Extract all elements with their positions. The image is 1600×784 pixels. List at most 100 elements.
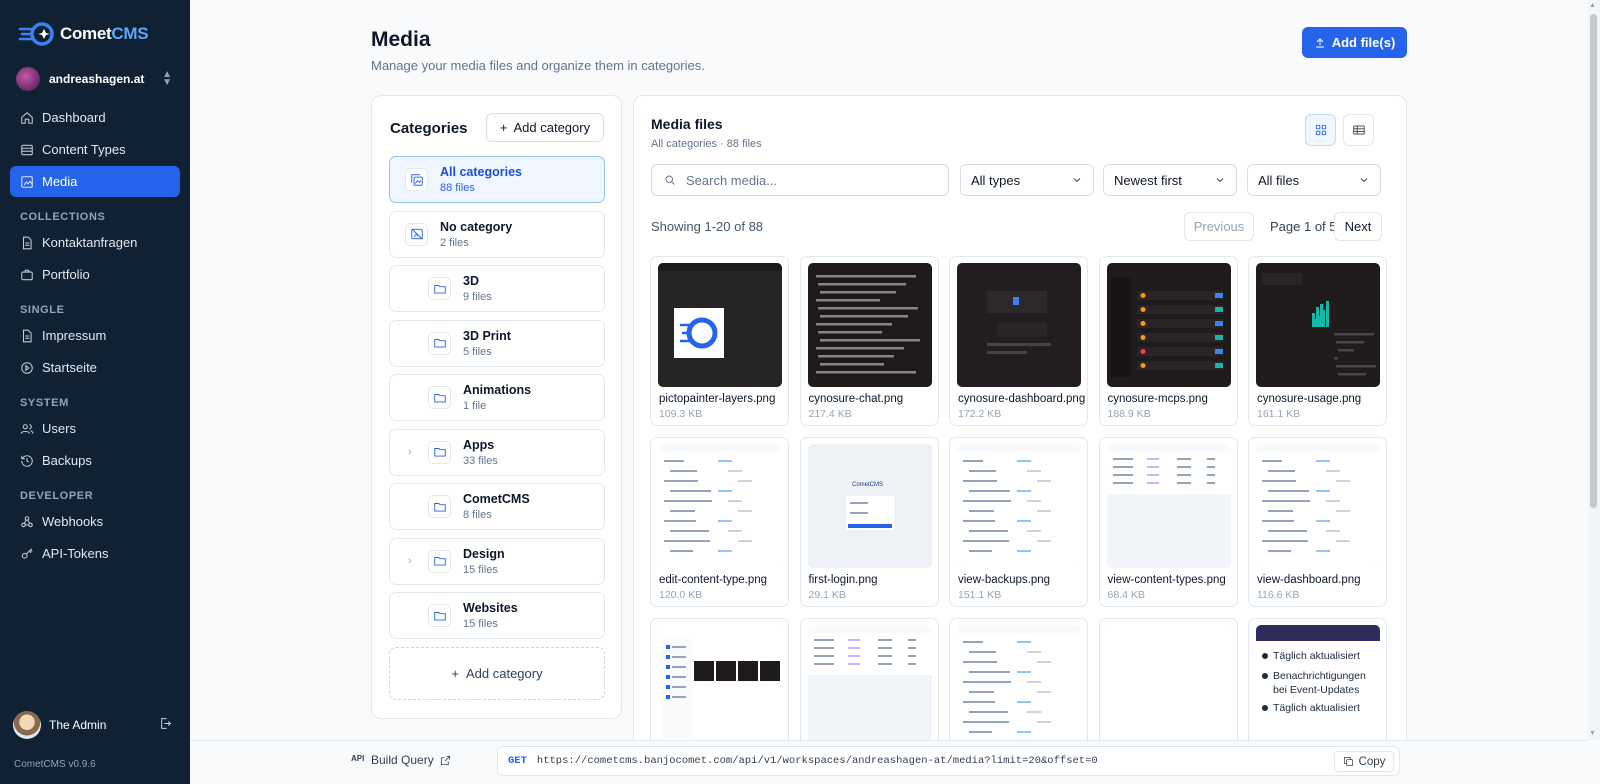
- media-card[interactable]: [949, 618, 1088, 754]
- media-card[interactable]: cynosure-dashboard.png 172.2 KB: [949, 256, 1088, 426]
- categories-heading: Categories: [390, 120, 468, 137]
- media-card[interactable]: [799, 618, 939, 754]
- api-footer: API Build Query GET https://cometcms.ban…: [190, 740, 1588, 784]
- plus-icon: +: [451, 666, 459, 681]
- chevron-right-icon[interactable]: ›: [408, 446, 412, 458]
- media-card[interactable]: CometCMS first-login.png 29.1 KB: [799, 437, 939, 607]
- folder-icon: [428, 495, 451, 518]
- scroll-up-icon[interactable]: ▲: [1589, 2, 1596, 9]
- media-filesize: 217.4 KB: [808, 408, 852, 420]
- category-text: 3D Print 5 files: [463, 329, 511, 358]
- category-item[interactable]: Animations 1 file: [389, 374, 605, 421]
- api-url[interactable]: https://cometcms.banjocomet.com/api/v1/w…: [537, 755, 1098, 767]
- nav-startseite[interactable]: Startseite: [10, 352, 180, 383]
- plus-icon: +: [499, 120, 508, 135]
- category-item[interactable]: 3D Print 5 files: [389, 319, 605, 367]
- user-menu[interactable]: The Admin: [0, 710, 190, 740]
- folder-icon: [428, 440, 451, 464]
- media-thumbnail[interactable]: [1106, 625, 1231, 749]
- media-thumbnail[interactable]: [1106, 263, 1231, 387]
- media-card[interactable]: [1098, 618, 1238, 754]
- media-card[interactable]: [650, 618, 789, 754]
- category-text: Design 15 files: [463, 547, 505, 576]
- media-thumbnail[interactable]: [807, 263, 932, 387]
- media-thumbnail[interactable]: Täglich aktualisiert Benachrichtigungen b…: [1256, 625, 1380, 749]
- nav-dashboard[interactable]: Dashboard: [10, 102, 180, 133]
- media-card[interactable]: view-dashboard.png 116.6 KB: [1248, 437, 1387, 607]
- sort-select[interactable]: Newest first: [1103, 164, 1237, 196]
- files-filter-select[interactable]: All files: [1247, 164, 1381, 196]
- category-name: 3D: [463, 274, 479, 288]
- page-scrollbar[interactable]: ▲ ▼: [1588, 0, 1600, 740]
- nav-impressum[interactable]: Impressum: [10, 320, 180, 351]
- media-thumbnail[interactable]: CometCMS: [807, 444, 932, 568]
- nav-content-types[interactable]: Content Types: [10, 134, 180, 165]
- user-avatar: [13, 711, 41, 739]
- nav-api-tokens[interactable]: API-Tokens: [10, 538, 180, 569]
- media-title: Media files: [651, 116, 723, 132]
- media-card[interactable]: view-content-types.png 68.4 KB: [1098, 437, 1238, 607]
- category-item[interactable]: No category 2 files: [389, 210, 605, 258]
- build-query-link[interactable]: Build Query: [371, 753, 451, 767]
- nav-portfolio[interactable]: Portfolio: [10, 259, 180, 290]
- media-thumbnail[interactable]: [957, 263, 1081, 387]
- media-card[interactable]: edit-content-type.png 120.0 KB: [650, 437, 789, 607]
- category-item[interactable]: 3D 9 files: [389, 265, 605, 312]
- folder-icon: [428, 549, 451, 573]
- copy-url-button[interactable]: Copy: [1334, 751, 1394, 772]
- scrollbar-thumb[interactable]: [1590, 14, 1597, 508]
- add-category-button[interactable]: + Add category: [486, 113, 604, 142]
- nav-webhooks[interactable]: Webhooks: [10, 506, 180, 537]
- media-filename: cynosure-usage.png: [1257, 393, 1362, 405]
- nav-users[interactable]: Users: [10, 413, 180, 444]
- category-item[interactable]: CometCMS 8 files: [389, 483, 605, 530]
- media-card[interactable]: view-backups.png 151.1 KB: [949, 437, 1088, 607]
- next-page-button[interactable]: Next: [1334, 212, 1382, 241]
- previous-page-button[interactable]: Previous: [1184, 212, 1254, 241]
- media-thumbnail[interactable]: [658, 263, 782, 387]
- media-thumbnail[interactable]: [1256, 444, 1380, 568]
- category-item[interactable]: › Design 15 files: [389, 537, 605, 585]
- app-logo[interactable]: CometCMS: [0, 0, 190, 50]
- logout-button[interactable]: [159, 717, 172, 733]
- add-files-button[interactable]: Add file(s): [1302, 27, 1407, 58]
- media-filesize: 120.0 KB: [659, 589, 703, 601]
- media-thumbnail[interactable]: [1106, 444, 1231, 568]
- add-category-dashed-button[interactable]: + Add category: [389, 647, 605, 700]
- workspace-switcher[interactable]: andreashagen.at ▲ ▼: [0, 64, 190, 94]
- media-card[interactable]: pictopainter-layers.png 109.3 KB: [650, 256, 789, 426]
- media-thumbnail[interactable]: [807, 625, 932, 749]
- category-item[interactable]: Websites 15 files: [389, 592, 605, 639]
- category-name: CometCMS: [463, 492, 530, 506]
- media-search[interactable]: [651, 164, 949, 196]
- media-card[interactable]: Täglich aktualisiert Benachrichtigungen b…: [1248, 618, 1387, 754]
- media-card[interactable]: cynosure-chat.png 217.4 KB: [799, 256, 939, 426]
- media-thumbnail[interactable]: [658, 444, 782, 568]
- list-view-button[interactable]: [1343, 114, 1374, 146]
- media-thumbnail[interactable]: [957, 444, 1081, 568]
- briefcase-icon: [21, 269, 33, 280]
- category-count: 5 files: [463, 345, 492, 358]
- category-item[interactable]: › Apps 33 files: [389, 428, 605, 476]
- category-list: All categories 88 files No category 2 files…: [389, 156, 605, 647]
- sidebar-nav: Dashboard Content Types Media COLLECTION…: [0, 102, 190, 569]
- media-filename: view-dashboard.png: [1257, 574, 1361, 586]
- media-thumbnail[interactable]: [957, 625, 1081, 749]
- chevron-right-icon[interactable]: ›: [408, 555, 412, 567]
- nav-section-single: SINGLE: [20, 304, 65, 316]
- grid-view-button[interactable]: [1305, 114, 1336, 146]
- category-item[interactable]: All categories 88 files: [389, 156, 605, 203]
- nav-backups[interactable]: Backups: [10, 445, 180, 476]
- nav-section-developer: DEVELOPER: [20, 490, 94, 502]
- media-thumbnail[interactable]: [1256, 263, 1380, 387]
- search-input[interactable]: [686, 172, 926, 188]
- type-filter-select[interactable]: All types: [960, 164, 1094, 196]
- scroll-down-icon[interactable]: ▼: [1589, 730, 1596, 737]
- nav-media[interactable]: Media: [10, 166, 180, 197]
- media-card[interactable]: cynosure-mcps.png 188.9 KB: [1098, 256, 1238, 426]
- category-count: 2 files: [440, 236, 469, 249]
- nav-kontaktanfragen[interactable]: Kontaktanfragen: [10, 227, 180, 258]
- category-name: No category: [440, 219, 513, 234]
- media-thumbnail[interactable]: [658, 625, 782, 749]
- media-card[interactable]: cynosure-usage.png 161.1 KB: [1248, 256, 1387, 426]
